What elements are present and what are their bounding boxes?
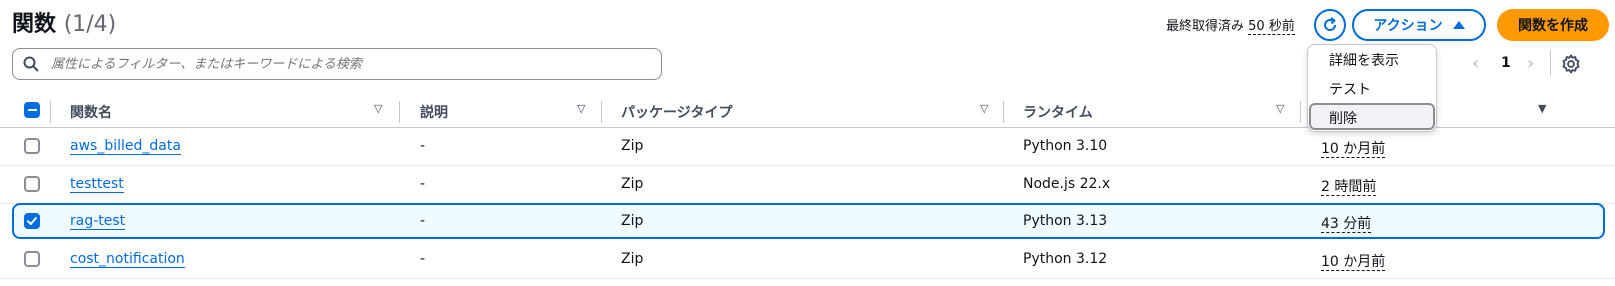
package-type-cell: Zip <box>621 213 644 229</box>
gear-icon[interactable] <box>1560 53 1582 75</box>
current-page-number[interactable]: 1 <box>1501 55 1511 71</box>
sort-down-icon[interactable]: ▽ <box>1276 102 1284 115</box>
create-function-button[interactable]: 関数を作成 <box>1497 9 1609 41</box>
runtime-cell: Python 3.13 <box>1023 213 1108 229</box>
column-divider[interactable] <box>601 101 602 123</box>
row-checkbox-checked[interactable] <box>24 213 40 229</box>
last-fetch-label: 最終取得済み <box>1166 19 1245 34</box>
last-fetch-time: 50 秒前 <box>1248 19 1295 35</box>
indeterminate-mark <box>27 109 37 111</box>
refresh-icon <box>1324 17 1337 31</box>
function-name-link[interactable]: aws_billed_data <box>70 138 181 155</box>
function-name-link[interactable]: testtest <box>70 176 124 193</box>
row-checkbox[interactable] <box>24 138 40 154</box>
caret-up-icon <box>1452 21 1465 29</box>
actions-button-label: アクション <box>1373 18 1443 34</box>
column-divider[interactable] <box>1300 101 1301 123</box>
description-cell: - <box>420 138 426 154</box>
column-divider <box>50 101 51 123</box>
selection-count: (1/4) <box>63 12 117 37</box>
checkmark-icon <box>27 217 37 225</box>
row-checkbox[interactable] <box>24 251 40 267</box>
sort-down-icon[interactable]: ▽ <box>980 102 988 115</box>
last-fetch-status: 最終取得済み 50 秒前 <box>1166 15 1295 35</box>
package-type-cell: Zip <box>621 138 644 154</box>
runtime-cell: Node.js 22.x <box>1023 176 1111 192</box>
sort-down-icon[interactable]: ▼ <box>1538 102 1546 115</box>
column-header-package-type[interactable]: パッケージタイプ <box>621 102 732 122</box>
runtime-cell: Python 3.12 <box>1023 251 1108 267</box>
description-cell: - <box>420 213 426 229</box>
menu-item-view-details[interactable]: 詳細を表示 <box>1329 50 1399 70</box>
next-page-button[interactable]: › <box>1527 53 1534 74</box>
function-name-link[interactable]: cost_notification <box>70 251 185 268</box>
select-all-checkbox[interactable] <box>24 102 40 118</box>
sort-down-icon[interactable]: ▽ <box>577 102 585 115</box>
pagination-divider <box>1550 50 1551 76</box>
column-header-runtime[interactable]: ランタイム <box>1023 102 1093 122</box>
column-divider[interactable] <box>1003 101 1004 123</box>
page-title-text: 関数 <box>12 12 57 37</box>
menu-item-delete-highlight[interactable] <box>1309 103 1435 130</box>
package-type-cell: Zip <box>621 176 644 192</box>
column-header-description[interactable]: 説明 <box>420 102 448 122</box>
search-icon <box>23 56 39 72</box>
description-cell: - <box>420 251 426 267</box>
sort-down-icon[interactable]: ▽ <box>374 102 382 115</box>
menu-item-test[interactable]: テスト <box>1329 79 1371 99</box>
column-header-function-name[interactable]: 関数名 <box>70 102 112 122</box>
function-name-link[interactable]: rag-test <box>70 213 126 230</box>
last-modified-cell: 43 分前 <box>1321 216 1372 233</box>
package-type-cell: Zip <box>621 251 644 267</box>
refresh-button[interactable] <box>1314 9 1346 41</box>
menu-item-delete[interactable]: 削除 <box>1329 108 1357 128</box>
last-modified-cell: 2 時間前 <box>1321 179 1377 196</box>
page-title: 関数 (1/4) <box>12 6 116 38</box>
description-cell: - <box>420 176 426 192</box>
column-divider[interactable] <box>399 101 400 123</box>
runtime-cell: Python 3.10 <box>1023 138 1108 154</box>
previous-page-button[interactable]: ‹ <box>1472 53 1479 74</box>
search-bar[interactable] <box>12 48 662 80</box>
last-modified-cell: 10 か月前 <box>1321 254 1386 271</box>
search-input[interactable] <box>49 55 629 73</box>
actions-button[interactable]: アクション <box>1352 9 1486 41</box>
last-modified-cell: 10 か月前 <box>1321 141 1386 158</box>
row-checkbox[interactable] <box>24 176 40 192</box>
